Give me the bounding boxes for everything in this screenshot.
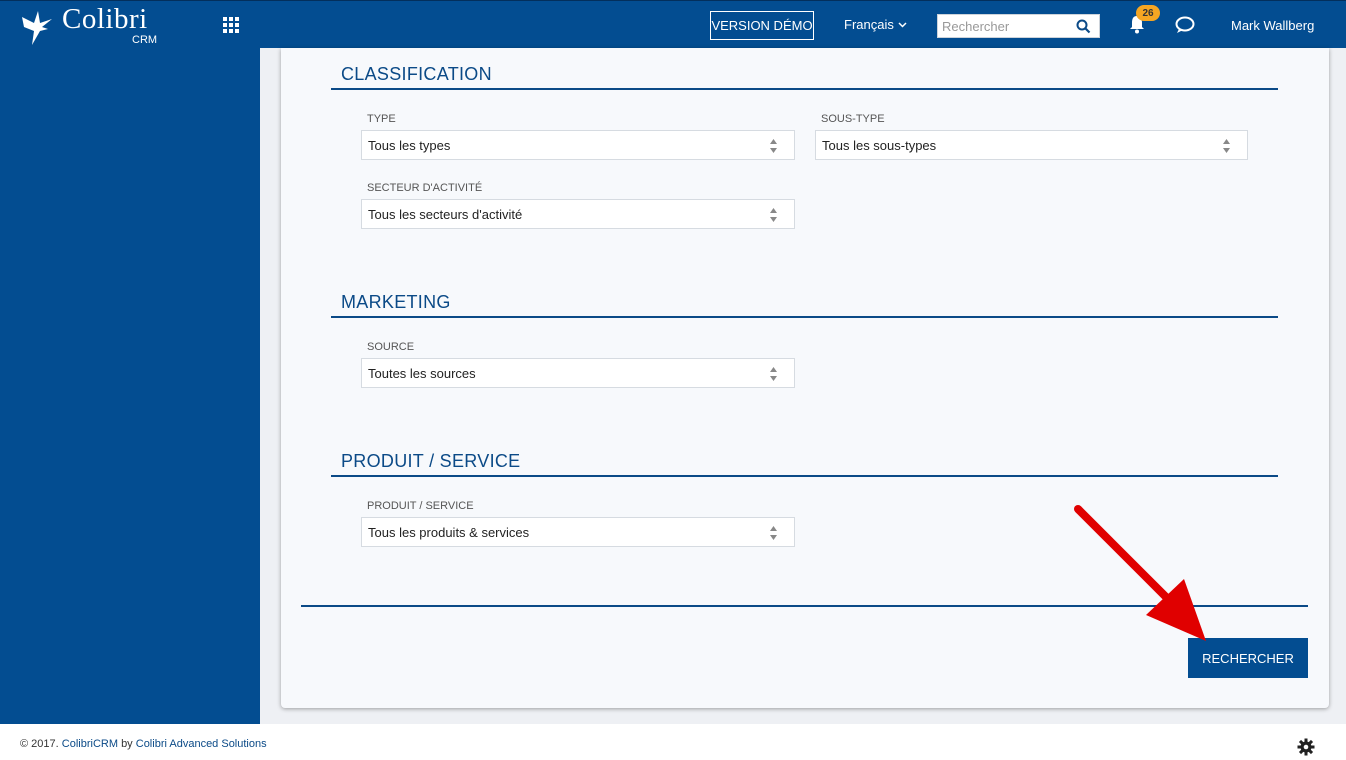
global-search	[937, 14, 1100, 38]
page-footer: © 2017. ColibriCRM by Colibri Advanced S…	[0, 724, 1346, 760]
type-select-value: Tous les types	[368, 137, 451, 153]
source-select-value: Toutes les sources	[368, 365, 476, 381]
section-title-marketing: MARKETING	[341, 292, 451, 312]
gear-icon[interactable]	[1297, 738, 1315, 756]
demo-version-button[interactable]: VERSION DÉMO	[710, 11, 814, 40]
by-text: by	[121, 738, 133, 750]
type-select[interactable]: Tous les types	[361, 130, 795, 160]
apps-grid-icon[interactable]	[222, 16, 240, 34]
footer-text: © 2017. ColibriCRM by Colibri Advanced S…	[20, 738, 267, 750]
subtype-label: SOUS-TYPE	[821, 113, 885, 125]
type-label: TYPE	[367, 113, 396, 125]
annotation-arrow-icon	[1074, 505, 1206, 641]
sector-select-value: Tous les secteurs d'activité	[368, 206, 523, 222]
section-title-classification: CLASSIFICATION	[341, 64, 492, 84]
logo-sub: CRM	[132, 34, 158, 46]
language-selector[interactable]: Français	[844, 17, 907, 32]
product-select[interactable]: Tous les produits & services	[361, 517, 795, 547]
subtype-select-value: Tous les sous-types	[822, 137, 937, 153]
section-divider	[331, 316, 1278, 318]
brand-link[interactable]: ColibriCRM	[62, 738, 118, 750]
sort-arrows-icon	[1223, 139, 1230, 153]
chat-icon[interactable]	[1175, 16, 1195, 34]
section-title-product: PRODUIT / SERVICE	[341, 451, 521, 471]
search-icon[interactable]	[1076, 19, 1091, 34]
source-label: SOURCE	[367, 341, 415, 353]
product-select-value: Tous les produits & services	[368, 524, 530, 540]
top-navigation-bar: Colibri CRM VERSION DÉMO Français 26 Mar…	[0, 0, 1346, 48]
copyright-text: © 2017.	[20, 738, 59, 750]
section-divider	[331, 475, 1278, 477]
sort-arrows-icon	[770, 526, 777, 540]
notification-count-badge: 26	[1136, 5, 1160, 21]
search-input[interactable]	[938, 15, 1074, 37]
sector-label: SECTEUR D'ACTIVITÉ	[367, 182, 483, 194]
sort-arrows-icon	[770, 208, 777, 222]
user-menu[interactable]: Mark Wallberg	[1231, 18, 1314, 33]
product-label: PRODUIT / SERVICE	[367, 500, 474, 512]
subtype-select[interactable]: Tous les sous-types	[815, 130, 1248, 160]
app-logo[interactable]: Colibri CRM	[18, 3, 168, 47]
sector-select[interactable]: Tous les secteurs d'activité	[361, 199, 795, 229]
colibri-logo-icon	[22, 11, 52, 45]
section-divider	[331, 88, 1278, 90]
sort-arrows-icon	[770, 367, 777, 381]
sidebar	[0, 48, 260, 724]
logo-name: Colibri	[62, 3, 148, 35]
chevron-down-icon	[898, 21, 907, 28]
sort-arrows-icon	[770, 139, 777, 153]
language-label: Français	[844, 17, 894, 32]
source-select[interactable]: Toutes les sources	[361, 358, 795, 388]
company-link[interactable]: Colibri Advanced Solutions	[136, 738, 267, 750]
